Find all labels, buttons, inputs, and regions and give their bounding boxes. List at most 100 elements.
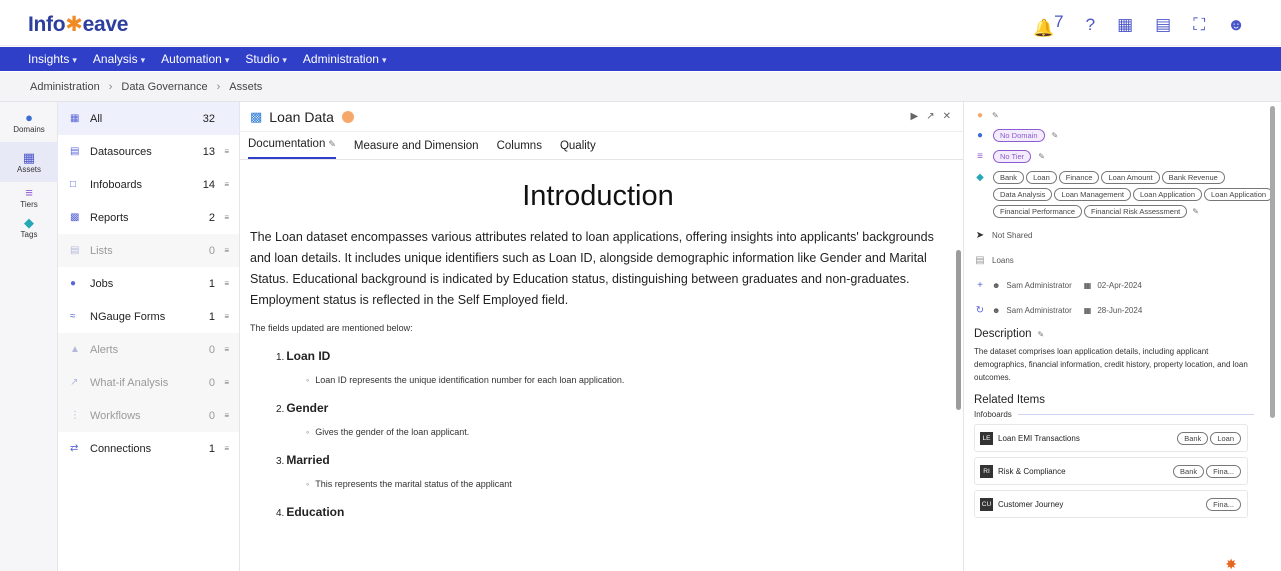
asset-type-connections[interactable]: ⇄ Connections 1 ≡	[58, 432, 239, 465]
doc-field: 4. Education	[276, 505, 345, 519]
asset-type-workflows[interactable]: ⋮ Workflows 0 ≡	[58, 399, 239, 432]
sort-icon[interactable]: ≡	[215, 246, 229, 255]
tab-measure-and-dimension[interactable]: Measure and Dimension	[354, 140, 479, 159]
close-icon[interactable]: ✕	[943, 111, 951, 122]
domain-chip[interactable]: No Domain	[993, 129, 1045, 142]
sort-icon[interactable]: ≡	[215, 411, 229, 420]
breadcrumb-assets: Assets	[229, 80, 263, 93]
app-logo[interactable]: Info✱eave	[28, 12, 128, 37]
doc-intro: The Loan dataset encompasses various att…	[250, 230, 934, 307]
nav-automation[interactable]: Automation ▾	[161, 52, 229, 66]
asset-type-lists[interactable]: ▤ Lists 0 ≡	[58, 234, 239, 267]
tag-chip[interactable]: Bank Revenue	[1161, 171, 1225, 184]
nav-administration[interactable]: Administration ▾	[303, 52, 387, 66]
tag-chip[interactable]: Bank	[1173, 464, 1205, 478]
tag-chip[interactable]: Loan	[1026, 171, 1057, 184]
open-external-icon[interactable]: ↗	[926, 111, 934, 122]
asset-type-ngauge-forms[interactable]: ≈ NGauge Forms 1 ≡	[58, 300, 239, 333]
asset-type-jobs[interactable]: ● Jobs 1 ≡	[58, 267, 239, 300]
play-icon[interactable]: ▶	[911, 111, 919, 122]
user-avatar[interactable]: ☻	[1227, 15, 1245, 35]
tag-chip[interactable]: Loan Amount	[1101, 171, 1160, 184]
doc-scrollbar[interactable]	[956, 250, 961, 410]
breadcrumb-administration[interactable]: Administration	[30, 81, 100, 93]
calendar-icon: ▦	[1083, 281, 1092, 290]
tag-chip[interactable]: Financial Performance	[992, 205, 1082, 218]
properties-scrollbar[interactable]	[1270, 106, 1275, 418]
rail-tags[interactable]: ◆ Tags	[0, 212, 58, 242]
asset-type-infoboards[interactable]: □ Infoboards 14 ≡	[58, 168, 239, 201]
breadcrumb: Administration › Data Governance › Asset…	[0, 72, 1281, 102]
edit-icon[interactable]: ✎	[328, 139, 336, 149]
asset-type-alerts[interactable]: ▲ Alerts 0 ≡	[58, 333, 239, 366]
form-icon: ≈	[70, 311, 76, 322]
edit-icon[interactable]: ✎	[1038, 152, 1045, 161]
created-by-icon: +	[977, 280, 983, 291]
help-icon[interactable]: ?	[1086, 15, 1095, 35]
list-icon: ▤	[70, 245, 80, 256]
sort-icon[interactable]: ≡	[215, 213, 229, 222]
asset-type-reports[interactable]: ▩ Reports 2 ≡	[58, 201, 239, 234]
doc-field: 3. Married	[276, 453, 330, 467]
category-label: Loans	[992, 256, 1014, 265]
sort-icon[interactable]: ≡	[215, 378, 229, 387]
tab-quality[interactable]: Quality	[560, 140, 596, 159]
sort-icon[interactable]: ≡	[215, 312, 229, 321]
monitor-icon[interactable]: ▤	[1155, 15, 1171, 35]
rail-tiers[interactable]: ≡ Tiers	[0, 182, 58, 212]
doc-field-desc: ◦ Gives the gender of the loan applicant.	[306, 427, 470, 437]
globe-icon: ●	[976, 130, 984, 141]
tag-chip[interactable]: Loan Application	[1132, 188, 1202, 201]
edit-icon[interactable]: ✎	[1192, 207, 1199, 216]
chevron-right-icon: ›	[216, 80, 221, 93]
rail-domains[interactable]: ● Domains	[0, 102, 58, 142]
tag-icon: ◆	[24, 214, 34, 230]
nav-insights[interactable]: Insights ▾	[28, 52, 77, 66]
user-avatar: ☻	[992, 281, 1001, 290]
tag-chip[interactable]: Loan Management	[1054, 188, 1131, 201]
tag-chip[interactable]: Bank	[992, 171, 1025, 184]
doc-heading: Introduction	[522, 180, 674, 212]
tag-chip[interactable]: Loan Application	[1204, 188, 1274, 201]
sort-icon[interactable]: ≡	[215, 180, 229, 189]
edit-icon[interactable]: ✎	[992, 111, 999, 120]
sort-icon[interactable]: ≡	[215, 279, 229, 288]
asset-type-datasources[interactable]: ▤ Datasources 13 ≡	[58, 135, 239, 168]
assistant-icon[interactable]: ✸	[1225, 556, 1237, 571]
main-nav: Insights ▾ Analysis ▾ Automation ▾ Studio ▾ …	[0, 47, 1281, 71]
asset-type-all[interactable]: ▦ All 32	[58, 102, 239, 135]
asset-tabs: Documentation ✎ Measure and Dimension Col…	[240, 132, 963, 160]
related-item-card[interactable]: CU Customer Journey Fina...	[974, 490, 1248, 518]
tier-dot-icon: ●	[976, 110, 984, 121]
tag-chip[interactable]: Fina...	[1206, 464, 1241, 478]
asset-type-what-if-analysis[interactable]: ↗ What-if Analysis 0 ≡	[58, 366, 239, 399]
tag-chip[interactable]: Financial Risk Assessment	[1084, 205, 1188, 218]
tag-chip[interactable]: Finance	[1058, 171, 1100, 184]
nav-studio[interactable]: Studio ▾	[245, 52, 287, 66]
rail-assets[interactable]: ▦ Assets	[0, 142, 58, 182]
related-item-card[interactable]: RI Risk & Compliance Bank Fina...	[974, 457, 1248, 485]
tab-documentation[interactable]: Documentation ✎	[248, 138, 336, 159]
doc-fields-intro: The fields updated are mentioned below:	[250, 323, 413, 333]
sort-icon[interactable]: ≡	[215, 444, 229, 453]
fullscreen-icon[interactable]: ⛶	[1193, 15, 1205, 35]
layers-icon: ≡	[977, 151, 983, 162]
created-by: Sam Administrator	[1006, 281, 1072, 290]
datasource-icon: ▩	[250, 108, 263, 124]
tag-chip[interactable]: Bank	[1177, 431, 1209, 445]
library-icon[interactable]: ▦	[1117, 15, 1133, 35]
tag-chip[interactable]: Data Analysis	[992, 188, 1053, 201]
description-heading: Description	[974, 328, 1032, 340]
tier-chip[interactable]: No Tier	[993, 150, 1032, 163]
nav-analysis[interactable]: Analysis ▾	[93, 52, 145, 66]
edit-icon[interactable]: ✎	[1052, 131, 1059, 140]
edit-icon[interactable]: ✎	[1038, 330, 1045, 339]
breadcrumb-data-governance[interactable]: Data Governance	[121, 81, 207, 93]
bell-icon[interactable]: 🔔7	[1033, 12, 1064, 39]
tab-columns[interactable]: Columns	[497, 140, 542, 159]
tag-chip[interactable]: Fina...	[1206, 497, 1241, 511]
tag-chip[interactable]: Loan	[1210, 431, 1241, 445]
related-item-card[interactable]: LE Loan EMI Transactions Bank Loan	[974, 424, 1248, 452]
sort-icon[interactable]: ≡	[215, 345, 229, 354]
sort-icon[interactable]: ≡	[215, 147, 229, 156]
